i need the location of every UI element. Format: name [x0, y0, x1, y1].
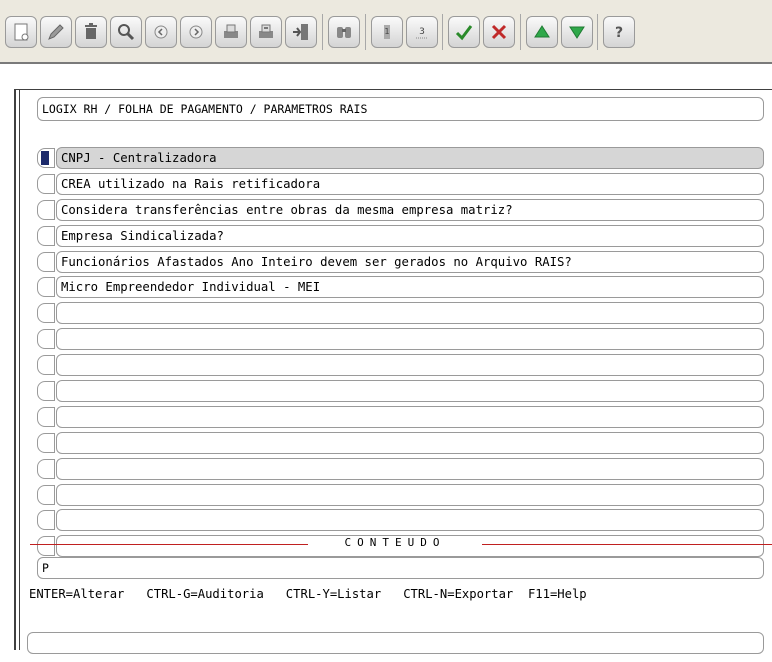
row-selector[interactable]: [37, 148, 55, 168]
row-selector[interactable]: [37, 303, 55, 324]
frame-border: [14, 89, 772, 90]
list-item[interactable]: [37, 405, 764, 428]
list-item[interactable]: Considera transferências entre obras da …: [37, 198, 764, 221]
toolbar-separator: [322, 14, 323, 50]
row-selector[interactable]: [37, 199, 55, 220]
first-record-icon[interactable]: 1: [371, 16, 403, 48]
parameter-list: CNPJ - Centralizadora CREA utilizado na R…: [37, 147, 764, 561]
list-item-label: [56, 328, 764, 351]
list-item-label: Funcionários Afastados Ano Inteiro devem…: [56, 250, 764, 273]
svg-text:3: 3: [419, 27, 425, 37]
row-selector[interactable]: [37, 329, 55, 350]
list-item[interactable]: CREA utilizado na Rais retificadora: [37, 172, 764, 195]
list-item-label: [56, 483, 764, 506]
print-all-icon[interactable]: [250, 16, 282, 48]
trash-icon[interactable]: [75, 16, 107, 48]
row-selector[interactable]: [37, 381, 55, 402]
edit-pencil-icon[interactable]: [40, 16, 72, 48]
list-item-label: [56, 509, 764, 532]
row-selector[interactable]: [37, 458, 55, 479]
status-bar: [27, 632, 764, 654]
row-selector[interactable]: [37, 536, 55, 557]
list-item[interactable]: [37, 431, 764, 454]
row-selector[interactable]: [37, 173, 55, 194]
list-item-label: [56, 405, 764, 428]
list-item[interactable]: [37, 483, 764, 506]
row-selector[interactable]: [37, 277, 55, 298]
list-item-label: [56, 380, 764, 403]
list-item-label: Empresa Sindicalizada?: [56, 224, 764, 247]
row-selector[interactable]: [37, 406, 55, 427]
content-field[interactable]: P: [37, 557, 764, 579]
help-icon[interactable]: ?: [603, 16, 635, 48]
row-selector[interactable]: [37, 225, 55, 246]
binoculars-icon[interactable]: [328, 16, 360, 48]
confirm-check-icon[interactable]: [448, 16, 480, 48]
list-item-label: Micro Empreendedor Individual - MEI: [56, 276, 764, 299]
list-item[interactable]: [37, 509, 764, 532]
svg-text:1: 1: [384, 27, 389, 36]
list-item[interactable]: CNPJ - Centralizadora: [37, 147, 764, 169]
divider-line: [482, 544, 772, 545]
scroll-up-icon[interactable]: [526, 16, 558, 48]
search-magnifier-icon[interactable]: [110, 16, 142, 48]
list-item[interactable]: [37, 380, 764, 403]
divider-line: [30, 544, 308, 545]
list-item[interactable]: Micro Empreendedor Individual - MEI: [37, 276, 764, 299]
hotkeys-bar: ENTER=Alterar CTRL-G=Auditoria CTRL-Y=Li…: [29, 587, 587, 601]
row-selector[interactable]: [37, 355, 55, 376]
toolbar-separator: [442, 14, 443, 50]
list-item-label: CNPJ - Centralizadora: [56, 147, 764, 169]
toolbar-border: [0, 62, 772, 64]
row-selector[interactable]: [37, 484, 55, 505]
row-selector[interactable]: [37, 432, 55, 453]
list-item[interactable]: [37, 328, 764, 351]
list-item-label: [56, 457, 764, 480]
section-label: CONTEUDO: [344, 536, 446, 549]
last-record-icon[interactable]: 3: [406, 16, 438, 48]
next-icon[interactable]: [180, 16, 212, 48]
print-icon[interactable]: [215, 16, 247, 48]
cancel-x-icon[interactable]: [483, 16, 515, 48]
list-item[interactable]: Funcionários Afastados Ano Inteiro devem…: [37, 250, 764, 273]
svg-text:?: ?: [615, 25, 623, 41]
toolbar: 1 3 ?: [0, 0, 772, 62]
page-title: LOGIX RH / FOLHA DE PAGAMENTO / PARAMETR…: [37, 97, 764, 121]
list-item-label: [56, 431, 764, 454]
row-selector[interactable]: [37, 251, 55, 272]
list-item[interactable]: [37, 354, 764, 377]
list-item-label: Considera transferências entre obras da …: [56, 198, 764, 221]
exit-icon[interactable]: [285, 16, 317, 48]
list-item-label: [56, 354, 764, 377]
list-item[interactable]: [37, 457, 764, 480]
frame-border: [19, 90, 20, 650]
toolbar-separator: [520, 14, 521, 50]
new-document-icon[interactable]: [5, 16, 37, 48]
list-item-label: CREA utilizado na Rais retificadora: [56, 172, 764, 195]
toolbar-separator: [597, 14, 598, 50]
row-selector[interactable]: [37, 510, 55, 531]
list-item[interactable]: [37, 302, 764, 325]
list-item[interactable]: Empresa Sindicalizada?: [37, 224, 764, 247]
previous-icon[interactable]: [145, 16, 177, 48]
frame-border: [14, 90, 16, 650]
scroll-down-icon[interactable]: [561, 16, 593, 48]
list-item-label: [56, 302, 764, 325]
toolbar-separator: [365, 14, 366, 50]
